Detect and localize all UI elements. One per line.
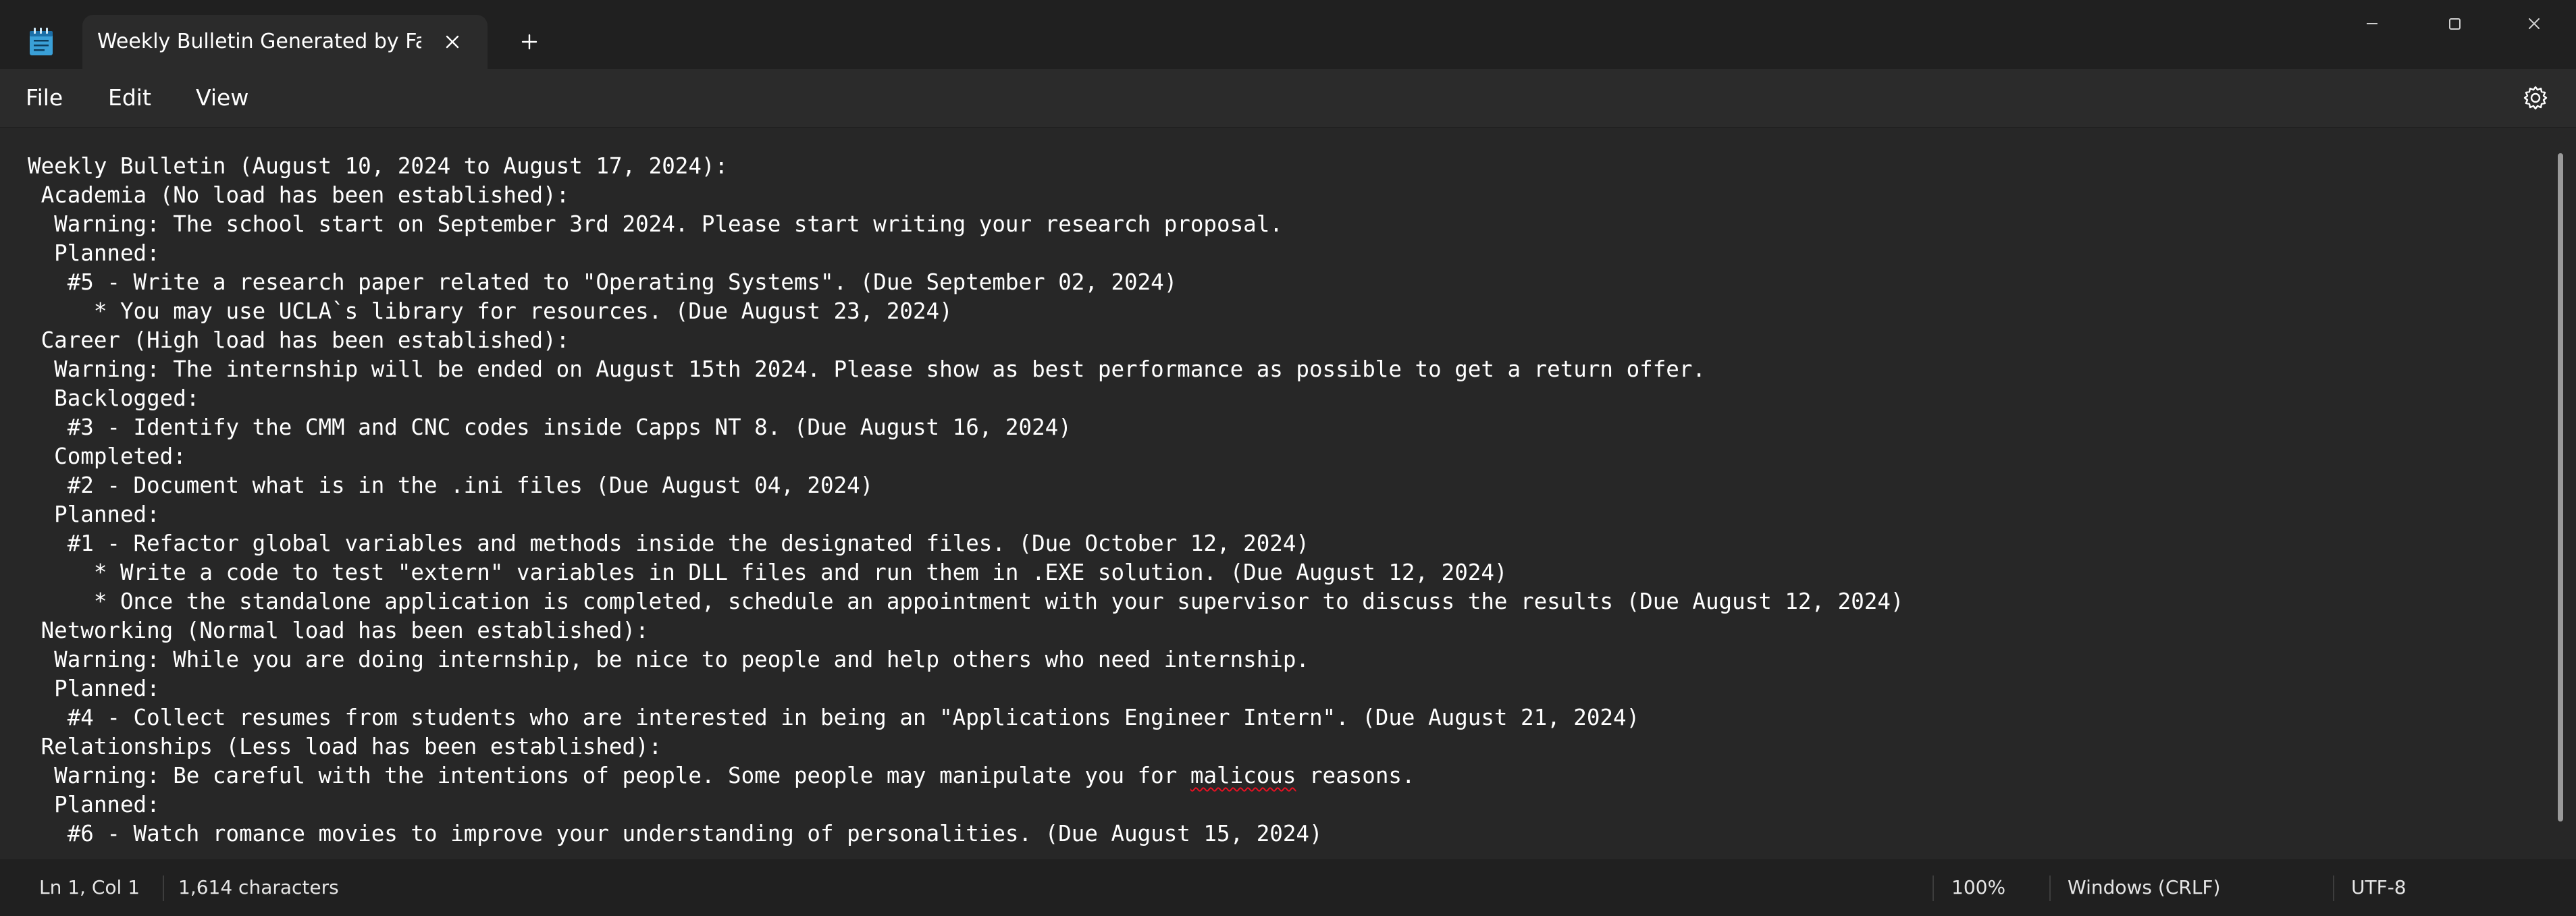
editor-line: Planned: <box>28 792 160 817</box>
editor-line: Planned: <box>28 502 160 527</box>
editor-line: Networking (Normal load has been establi… <box>28 618 649 643</box>
editor-line: Completed: <box>28 443 186 469</box>
title-bar: Weekly Bulletin Generated by Falco <box>0 0 2576 69</box>
editor-line: #2 - Document what is in the .ini files … <box>28 473 874 498</box>
misspelled-word[interactable]: malicous <box>1190 763 1296 788</box>
editor-line: * Once the standalone application is com… <box>28 589 1904 614</box>
editor-line: Warning: While you are doing internship,… <box>28 647 1309 672</box>
editor-line: #5 - Write a research paper related to "… <box>28 269 1178 295</box>
cursor-position: Ln 1, Col 1 <box>39 876 140 898</box>
editor-line: Relationships (Less load has been establ… <box>28 734 662 759</box>
notepad-icon <box>30 28 53 55</box>
status-divider <box>163 875 164 901</box>
editor-line: Weekly Bulletin (August 10, 2024 to Augu… <box>28 153 729 179</box>
editor-line: Career (High load has been established): <box>28 327 570 353</box>
text-editor[interactable]: Weekly Bulletin (August 10, 2024 to Augu… <box>0 127 2576 860</box>
close-icon[interactable] <box>2511 7 2558 41</box>
zoom-level[interactable]: 100% <box>1951 874 2005 901</box>
editor-line: #4 - Collect resumes from students who a… <box>28 705 1640 730</box>
status-divider <box>2049 875 2051 901</box>
editor-line: Planned: <box>28 240 160 266</box>
editor-line-spellcheck: Warning: Be careful with the intentions … <box>28 761 1903 790</box>
encoding[interactable]: UTF-8 <box>2351 874 2407 901</box>
editor-line-text: reasons. <box>1296 763 1415 788</box>
vertical-scrollbar[interactable] <box>2558 153 2563 821</box>
menu-bar: File Edit View <box>0 69 2576 127</box>
editor-line: Warning: The internship will be ended on… <box>28 356 1706 382</box>
character-count: 1,614 characters <box>178 876 339 898</box>
line-ending[interactable]: Windows (CRLF) <box>2068 874 2220 901</box>
editor-line: Planned: <box>28 676 160 701</box>
editor-line: #6 - Watch romance movies to improve you… <box>28 821 1323 846</box>
tab-document[interactable]: Weekly Bulletin Generated by Falco <box>82 15 488 69</box>
maximize-icon[interactable] <box>2431 7 2478 41</box>
editor-line: Academia (No load has been established): <box>28 182 570 208</box>
editor-line: #1 - Refactor global variables and metho… <box>28 531 1309 556</box>
editor-content[interactable]: Weekly Bulletin (August 10, 2024 to Augu… <box>28 152 1903 848</box>
editor-line: Backlogged: <box>28 385 200 411</box>
menu-edit[interactable]: Edit <box>101 82 158 113</box>
status-divider <box>1933 875 1934 901</box>
editor-line: * You may use UCLA`s library for resourc… <box>28 298 953 324</box>
editor-line: * Write a code to test "extern" variable… <box>28 560 1508 585</box>
editor-line: #3 - Identify the CMM and CNC codes insi… <box>28 414 1072 440</box>
minimize-icon[interactable] <box>2348 7 2396 41</box>
tab-title: Weekly Bulletin Generated by Falco <box>97 30 421 53</box>
menu-file[interactable]: File <box>19 82 70 113</box>
gear-icon[interactable] <box>2519 81 2552 115</box>
menu-view[interactable]: View <box>189 82 255 113</box>
close-tab-icon[interactable] <box>436 26 469 58</box>
status-bar: Ln 1, Col 1 1,614 characters 100% Window… <box>0 859 2576 916</box>
editor-line: Warning: The school start on September 3… <box>28 211 1283 237</box>
editor-line-text: Warning: Be careful with the intentions … <box>28 763 1190 788</box>
status-divider <box>2333 875 2334 901</box>
new-tab-icon[interactable] <box>513 26 546 58</box>
